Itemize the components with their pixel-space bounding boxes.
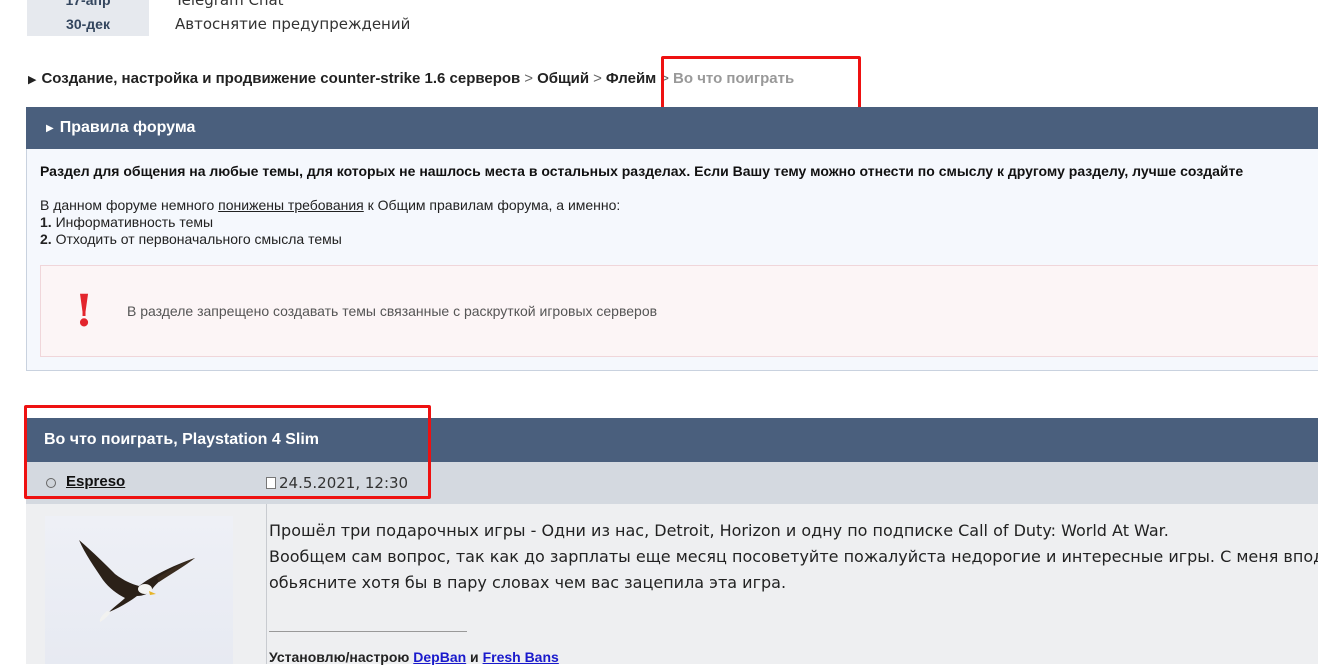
- rules-intro: В данном форуме немного: [40, 197, 219, 213]
- breadcrumb-separator: >: [524, 70, 534, 87]
- rules-lead-text: Раздел для общения на любые темы, для ко…: [40, 163, 1244, 179]
- announcement-row: 17-апр Telegram Chat: [27, 0, 284, 12]
- signature-conjunction: и: [466, 649, 483, 665]
- announcement-link[interactable]: Автоснятие предупреждений: [149, 15, 410, 33]
- post-date-text: 24.5.2021, 12:30: [279, 474, 409, 492]
- chevron-right-icon: ▶: [46, 122, 54, 134]
- breadcrumb-arrow-icon: ▶: [28, 74, 37, 86]
- breadcrumb-separator: >: [660, 70, 670, 87]
- signature-link-depban[interactable]: DepBan: [413, 649, 466, 665]
- rules-intro-tail: к Общим правилам форума, а именно:: [363, 197, 621, 213]
- breadcrumb-current: Во что поиграть: [673, 70, 795, 87]
- announcement-date: 30-дек: [27, 12, 149, 36]
- announcement-row: 30-дек Автоснятие предупреждений: [27, 12, 410, 36]
- topic-panel: Во что поиграть, Playstation 4 Slim Espr…: [26, 418, 1318, 665]
- warning-text: В разделе запрещено создавать темы связа…: [127, 303, 658, 319]
- post-line: Прошёл три подарочных игры - Одни из нас…: [269, 521, 1169, 540]
- signature-prefix: Установлю/настрою: [269, 649, 414, 665]
- post-line: Вообщем сам вопрос, так как до зарплаты …: [269, 547, 1318, 566]
- rules-details: В данном форуме немного понижены требова…: [40, 197, 1318, 248]
- announcement-link[interactable]: Telegram Chat: [149, 0, 284, 9]
- post-body: Прошёл три подарочных игры - Одни из нас…: [26, 504, 1318, 665]
- offline-status-icon: [46, 478, 56, 488]
- forum-rules-body: Раздел для общения на любые темы, для ко…: [26, 149, 1318, 371]
- post-link-icon[interactable]: [266, 477, 276, 489]
- rule-text: Информативность темы: [51, 214, 214, 230]
- forum-rules-title: Правила форума: [59, 119, 196, 136]
- topic-title: Во что поиграть, Playstation 4 Slim: [26, 418, 1318, 462]
- post-date: 24.5.2021, 12:30: [266, 474, 408, 492]
- rule-text: Отходить от первоначального смысла темы: [51, 231, 342, 247]
- eagle-avatar-icon: [79, 540, 195, 622]
- forum-rules-panel: ▶ Правила форума Раздел для общения на л…: [26, 107, 1318, 371]
- forum-rules-header[interactable]: ▶ Правила форума: [26, 107, 1318, 149]
- breadcrumb-separator: >: [593, 70, 602, 87]
- signature-divider: [269, 631, 467, 632]
- breadcrumb-link-servers[interactable]: Создание, настройка и продвижение counte…: [41, 70, 520, 87]
- post-author-column: [26, 504, 267, 664]
- breadcrumb: ▶ Создание, настройка и продвижение count…: [28, 70, 794, 87]
- author-link[interactable]: Espreso: [66, 473, 125, 490]
- breadcrumb-link-general[interactable]: Общий: [537, 70, 589, 87]
- rule-number: 2.: [40, 231, 52, 247]
- breadcrumb-link-flame[interactable]: Флейм: [606, 70, 656, 87]
- post-content: Прошёл три подарочных игры - Одни из нас…: [269, 518, 1318, 596]
- lowered-requirements-link[interactable]: понижены требования: [218, 197, 364, 213]
- rule-number: 1.: [40, 214, 52, 230]
- signature-link-freshbans[interactable]: Fresh Bans: [483, 649, 559, 665]
- post-line: обьясните хотя бы в пару словах чем вас …: [269, 573, 787, 592]
- avatar[interactable]: [45, 516, 233, 664]
- warning-box: ! В разделе запрещено создавать темы свя…: [40, 265, 1318, 357]
- post-meta-bar: Espreso 24.5.2021, 12:30: [26, 462, 1318, 504]
- signature: Установлю/настрою DepBan и Fresh Bans: [269, 649, 559, 665]
- announcement-date: 17-апр: [27, 0, 149, 12]
- exclamation-icon: !: [74, 285, 94, 337]
